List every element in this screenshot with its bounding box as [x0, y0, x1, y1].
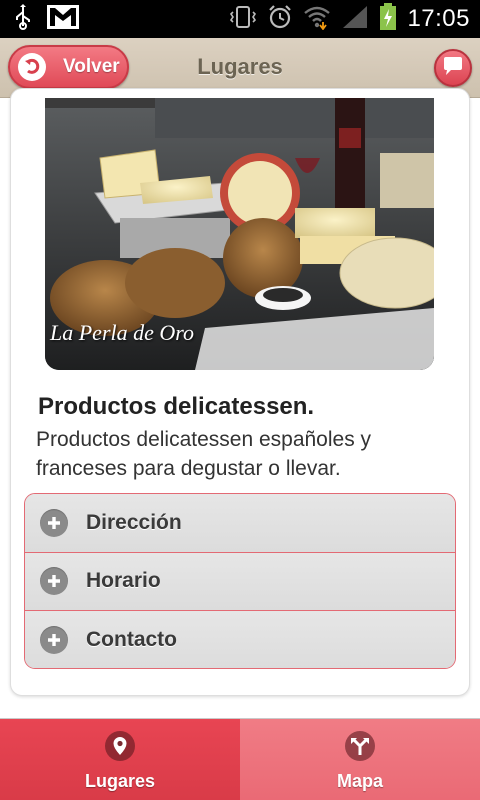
status-time: 17:05 [407, 5, 470, 32]
chat-button[interactable] [434, 49, 472, 87]
tab-label: Lugares [84, 771, 156, 791]
location-pin-icon [105, 731, 135, 761]
map-directions-icon [345, 731, 375, 761]
accordion-item-contacto[interactable]: Contacto [25, 611, 455, 668]
tab-mapa[interactable]: Mapa [240, 719, 480, 800]
signal-icon [341, 4, 369, 35]
tab-label: Mapa [336, 771, 383, 791]
info-accordion: Dirección Horario Contacto [24, 493, 456, 669]
photo-caption: La Perla de Oro [50, 320, 195, 345]
place-photo: La Perla de Oro [45, 98, 434, 370]
tab-lugares[interactable]: Lugares [0, 719, 240, 800]
place-description: Productos delicatessen españoles y franc… [36, 428, 372, 480]
back-button[interactable]: Volver [8, 45, 129, 89]
alarm-icon [267, 4, 293, 35]
accordion-item-label: Contacto [86, 628, 177, 652]
accordion-item-label: Horario [86, 569, 161, 593]
wifi-icon [303, 4, 331, 35]
place-headline: Productos delicatessen. [38, 393, 315, 420]
accordion-item-horario[interactable]: Horario [25, 552, 455, 612]
chat-bubble-icon [442, 56, 464, 81]
accordion-item-label: Dirección [86, 510, 182, 534]
vibrate-icon [229, 4, 257, 35]
status-bar: 17:05 [0, 0, 480, 38]
battery-charging-icon [379, 2, 397, 36]
gmail-icon [46, 4, 80, 35]
plus-icon [40, 567, 68, 596]
bottom-nav: Lugares Mapa [0, 718, 480, 800]
back-arrow-icon [18, 53, 46, 81]
usb-icon [14, 3, 32, 35]
plus-icon [40, 508, 68, 537]
plus-icon [40, 626, 68, 655]
content-area: La Perla de Oro Productos delicatessen. … [0, 88, 480, 718]
accordion-item-direccion[interactable]: Dirección [25, 494, 455, 553]
back-button-label: Volver [63, 56, 120, 77]
